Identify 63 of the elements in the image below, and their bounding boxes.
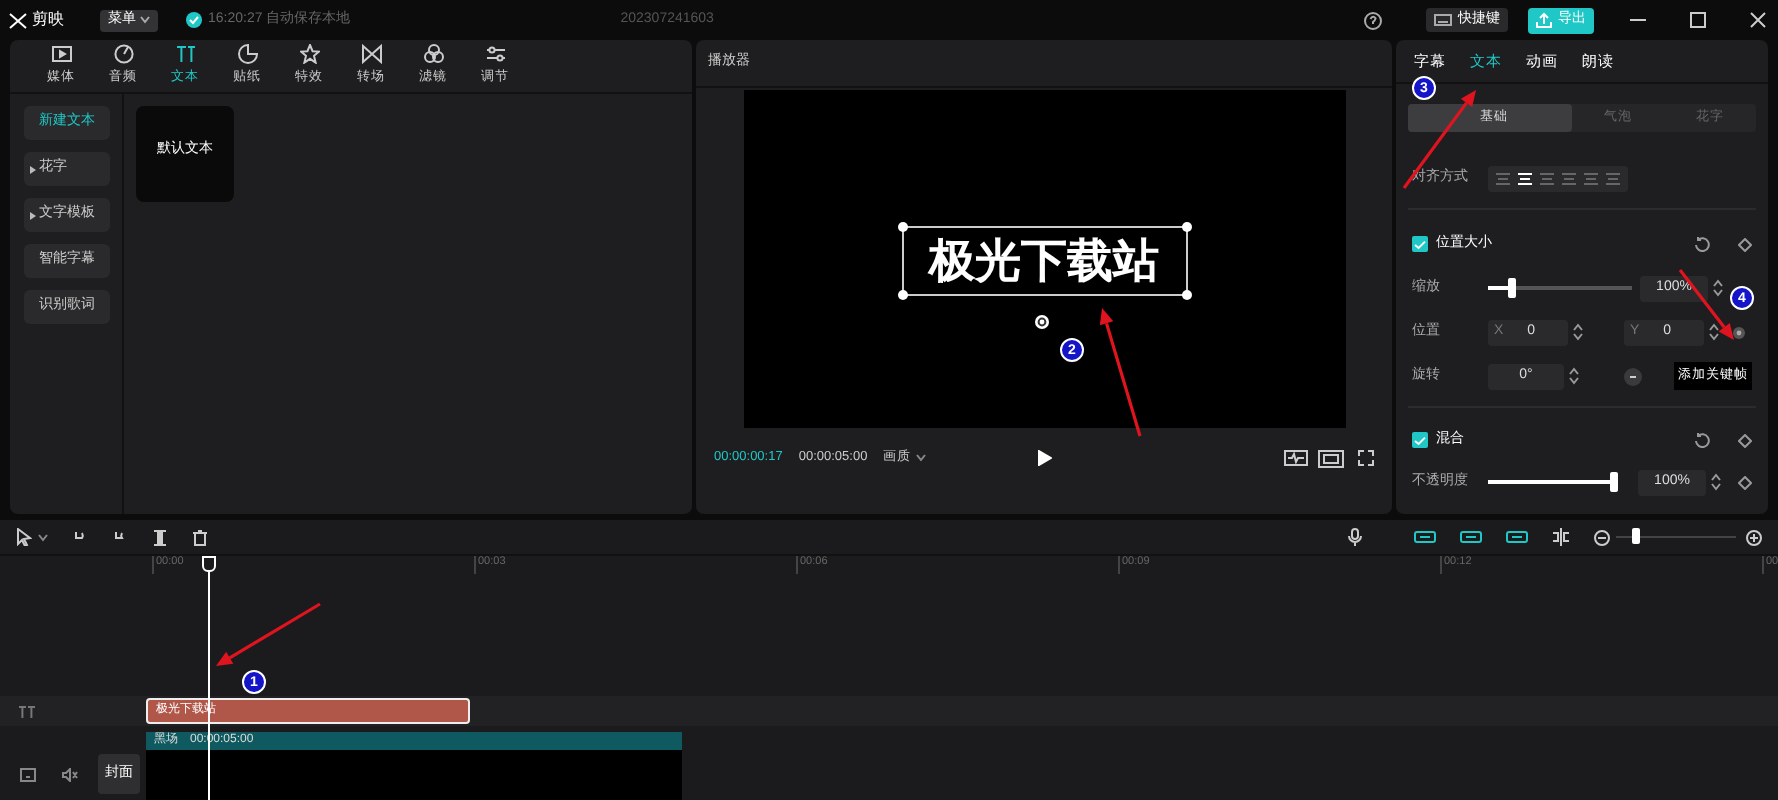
playhead-handle[interactable]	[202, 556, 216, 572]
caret-icon	[140, 16, 150, 24]
keyframe-diamond-icon[interactable]	[1738, 433, 1752, 447]
fullscreen-icon[interactable]	[1358, 450, 1374, 466]
check-circle-icon	[186, 12, 202, 28]
caret-icon	[915, 454, 926, 462]
link-icon[interactable]	[1506, 530, 1528, 544]
close-icon[interactable]	[1750, 12, 1766, 28]
stepper-icon[interactable]	[1708, 322, 1720, 342]
resize-handle[interactable]	[897, 290, 907, 300]
reset-icon[interactable]	[1694, 432, 1710, 448]
upload-icon	[1536, 12, 1552, 28]
sticker-icon	[237, 44, 257, 65]
annotation-arrow	[1099, 308, 1142, 437]
pointer-icon[interactable]	[16, 528, 32, 546]
stepper-icon[interactable]	[1712, 278, 1724, 298]
resize-handle[interactable]	[1181, 290, 1191, 300]
checkbox[interactable]	[1412, 236, 1428, 252]
resize-handle[interactable]	[1181, 222, 1191, 232]
toggle-icon[interactable]	[1624, 367, 1642, 385]
play-box-icon	[51, 44, 71, 65]
expand-triangle-icon	[29, 165, 35, 173]
help-icon[interactable]	[1364, 11, 1382, 29]
zoom-out-icon[interactable]	[1594, 529, 1610, 545]
resize-handle[interactable]	[897, 222, 907, 232]
link-icon[interactable]	[1414, 530, 1436, 544]
keyboard-icon	[1434, 14, 1452, 26]
annotation-arrow	[1402, 90, 1476, 189]
text-box[interactable]: 极光下载站	[901, 226, 1187, 296]
expand-triangle-icon	[29, 211, 35, 219]
waveform-icon[interactable]	[1284, 450, 1308, 466]
stepper-icon[interactable]	[1710, 472, 1722, 492]
align-split-icon[interactable]	[1552, 528, 1570, 546]
text-track-icon	[18, 706, 36, 718]
speaker-icon[interactable]	[62, 768, 78, 782]
slider-thumb[interactable]	[1508, 278, 1517, 298]
split-icon[interactable]	[152, 529, 168, 545]
trash-icon[interactable]	[192, 529, 208, 545]
keyframe-diamond-icon[interactable]	[1738, 237, 1752, 251]
circles-icon	[423, 44, 443, 65]
maximize-icon[interactable]	[1690, 12, 1706, 28]
microphone-icon[interactable]	[1348, 528, 1362, 546]
link-icon[interactable]	[1460, 530, 1482, 544]
ratio-icon[interactable]	[1318, 449, 1344, 467]
keyframe-diamond-icon[interactable]	[1738, 475, 1752, 489]
disc-icon	[113, 44, 133, 65]
caret-icon	[38, 533, 48, 541]
preview-icon[interactable]	[20, 768, 36, 782]
keyframe-dot-icon[interactable]	[1732, 325, 1746, 339]
stepper-icon[interactable]	[1568, 366, 1580, 386]
reset-icon[interactable]	[1694, 236, 1710, 252]
app-name: 剪映	[32, 8, 64, 32]
star-icon	[299, 44, 319, 65]
zoom-slider-thumb[interactable]	[1632, 528, 1640, 544]
play-icon[interactable]	[1037, 450, 1051, 466]
slider-thumb[interactable]	[1610, 472, 1618, 492]
text-icon	[175, 44, 195, 65]
bowtie-icon	[361, 44, 381, 65]
zoom-in-icon[interactable]	[1746, 529, 1762, 545]
stepper-icon[interactable]	[1572, 322, 1584, 342]
rotate-handle-icon[interactable]	[1033, 314, 1049, 330]
checkbox[interactable]	[1412, 432, 1428, 448]
annotation-arrow	[216, 602, 321, 666]
